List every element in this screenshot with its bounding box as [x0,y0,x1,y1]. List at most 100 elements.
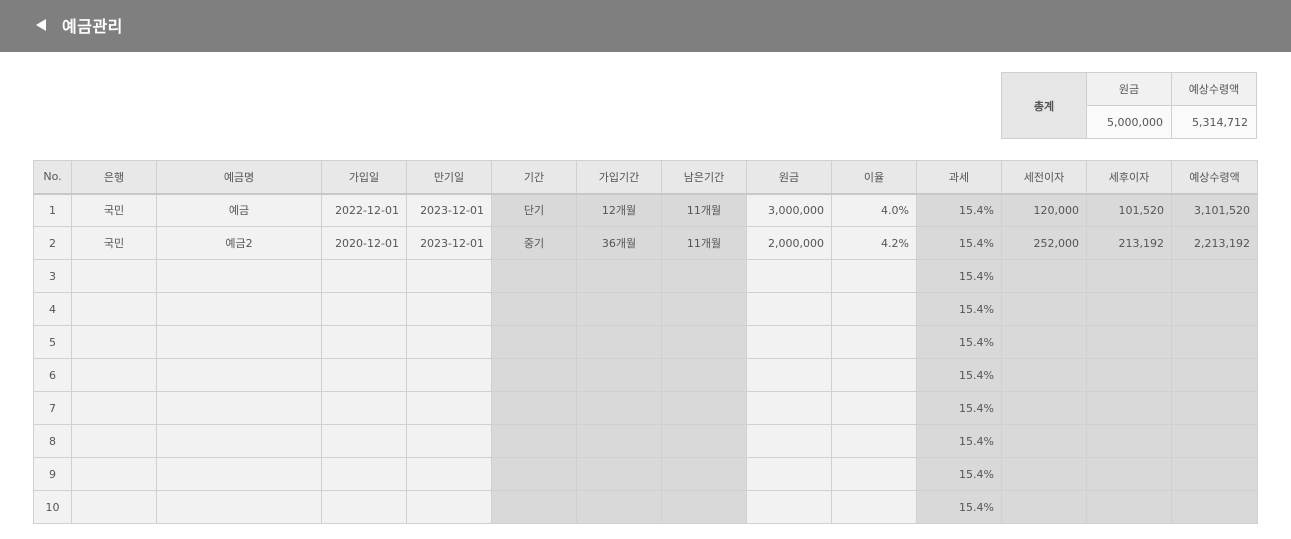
cell-remaining-period[interactable] [661,457,747,491]
cell-join-period[interactable] [576,292,662,326]
cell-remaining-period[interactable]: 11개월 [661,193,747,227]
cell-term[interactable] [491,490,577,524]
cell-tax[interactable]: 15.4% [916,226,1002,260]
cell-pretax-interest[interactable] [1001,292,1087,326]
table-row[interactable]: 4 15.4% [33,292,1258,326]
cell-pretax-interest[interactable]: 252,000 [1001,226,1087,260]
cell-no[interactable]: 8 [33,424,72,458]
cell-maturity-date[interactable] [406,358,492,392]
cell-maturity-date[interactable] [406,325,492,359]
cell-term[interactable] [491,292,577,326]
cell-maturity-date[interactable] [406,391,492,425]
cell-no[interactable]: 7 [33,391,72,425]
back-arrow-icon[interactable] [36,19,46,31]
cell-no[interactable]: 5 [33,325,72,359]
cell-join-period[interactable] [576,457,662,491]
cell-remaining-period[interactable] [661,490,747,524]
cell-rate[interactable] [831,325,917,359]
cell-principal[interactable] [746,358,832,392]
table-row[interactable]: 3 15.4% [33,259,1258,293]
cell-term[interactable] [491,259,577,293]
cell-term[interactable] [491,391,577,425]
cell-deposit-name[interactable]: 예금2 [156,226,322,260]
cell-aftertax-interest[interactable] [1086,490,1172,524]
cell-expected-amount[interactable] [1171,292,1258,326]
cell-maturity-date[interactable] [406,292,492,326]
cell-join-period[interactable] [576,358,662,392]
cell-pretax-interest[interactable] [1001,358,1087,392]
cell-no[interactable]: 4 [33,292,72,326]
table-row[interactable]: 2 국민 예금2 2020-12-01 2023-12-01 중기 36개월 11개월 2,00… [33,226,1258,260]
cell-tax[interactable]: 15.4% [916,325,1002,359]
cell-bank[interactable] [71,490,157,524]
cell-remaining-period[interactable] [661,424,747,458]
cell-deposit-name[interactable] [156,391,322,425]
cell-bank[interactable]: 국민 [71,193,157,227]
cell-no[interactable]: 6 [33,358,72,392]
cell-bank[interactable] [71,424,157,458]
cell-bank[interactable]: 국민 [71,226,157,260]
cell-join-date[interactable] [321,358,407,392]
cell-rate[interactable]: 4.0% [831,193,917,227]
cell-join-period[interactable]: 12개월 [576,193,662,227]
cell-term[interactable] [491,358,577,392]
cell-aftertax-interest[interactable] [1086,259,1172,293]
cell-pretax-interest[interactable] [1001,490,1087,524]
cell-aftertax-interest[interactable] [1086,424,1172,458]
cell-rate[interactable] [831,259,917,293]
cell-aftertax-interest[interactable] [1086,358,1172,392]
cell-no[interactable]: 10 [33,490,72,524]
cell-pretax-interest[interactable] [1001,457,1087,491]
cell-join-period[interactable] [576,259,662,293]
table-row[interactable]: 5 15.4% [33,325,1258,359]
cell-join-period[interactable]: 36개월 [576,226,662,260]
cell-tax[interactable]: 15.4% [916,457,1002,491]
cell-rate[interactable] [831,457,917,491]
cell-term[interactable]: 중기 [491,226,577,260]
cell-principal[interactable] [746,391,832,425]
cell-tax[interactable]: 15.4% [916,193,1002,227]
cell-rate[interactable] [831,358,917,392]
cell-term[interactable] [491,325,577,359]
cell-principal[interactable] [746,325,832,359]
table-row[interactable]: 6 15.4% [33,358,1258,392]
cell-join-period[interactable] [576,490,662,524]
table-row[interactable]: 9 15.4% [33,457,1258,491]
cell-deposit-name[interactable] [156,325,322,359]
cell-rate[interactable]: 4.2% [831,226,917,260]
cell-no[interactable]: 2 [33,226,72,260]
cell-join-date[interactable] [321,325,407,359]
cell-pretax-interest[interactable] [1001,325,1087,359]
cell-aftertax-interest[interactable] [1086,391,1172,425]
cell-deposit-name[interactable] [156,424,322,458]
table-row[interactable]: 1 국민 예금 2022-12-01 2023-12-01 단기 12개월 11개월 3,000… [33,193,1258,227]
cell-tax[interactable]: 15.4% [916,391,1002,425]
cell-remaining-period[interactable] [661,259,747,293]
cell-term[interactable] [491,424,577,458]
cell-maturity-date[interactable] [406,259,492,293]
cell-pretax-interest[interactable] [1001,259,1087,293]
cell-join-date[interactable] [321,259,407,293]
cell-maturity-date[interactable]: 2023-12-01 [406,226,492,260]
cell-remaining-period[interactable]: 11개월 [661,226,747,260]
back-button[interactable]: 예금관리 [36,14,123,36]
cell-principal[interactable] [746,457,832,491]
cell-expected-amount[interactable] [1171,259,1258,293]
cell-join-period[interactable] [576,391,662,425]
cell-aftertax-interest[interactable] [1086,457,1172,491]
cell-bank[interactable] [71,259,157,293]
cell-join-date[interactable] [321,292,407,326]
cell-expected-amount[interactable] [1171,424,1258,458]
cell-bank[interactable] [71,358,157,392]
cell-expected-amount[interactable] [1171,358,1258,392]
cell-aftertax-interest[interactable] [1086,325,1172,359]
cell-rate[interactable] [831,292,917,326]
cell-pretax-interest[interactable] [1001,424,1087,458]
cell-no[interactable]: 9 [33,457,72,491]
cell-join-date[interactable] [321,490,407,524]
cell-bank[interactable] [71,292,157,326]
cell-principal[interactable] [746,292,832,326]
cell-principal[interactable] [746,259,832,293]
cell-aftertax-interest[interactable]: 213,192 [1086,226,1172,260]
cell-principal[interactable]: 2,000,000 [746,226,832,260]
